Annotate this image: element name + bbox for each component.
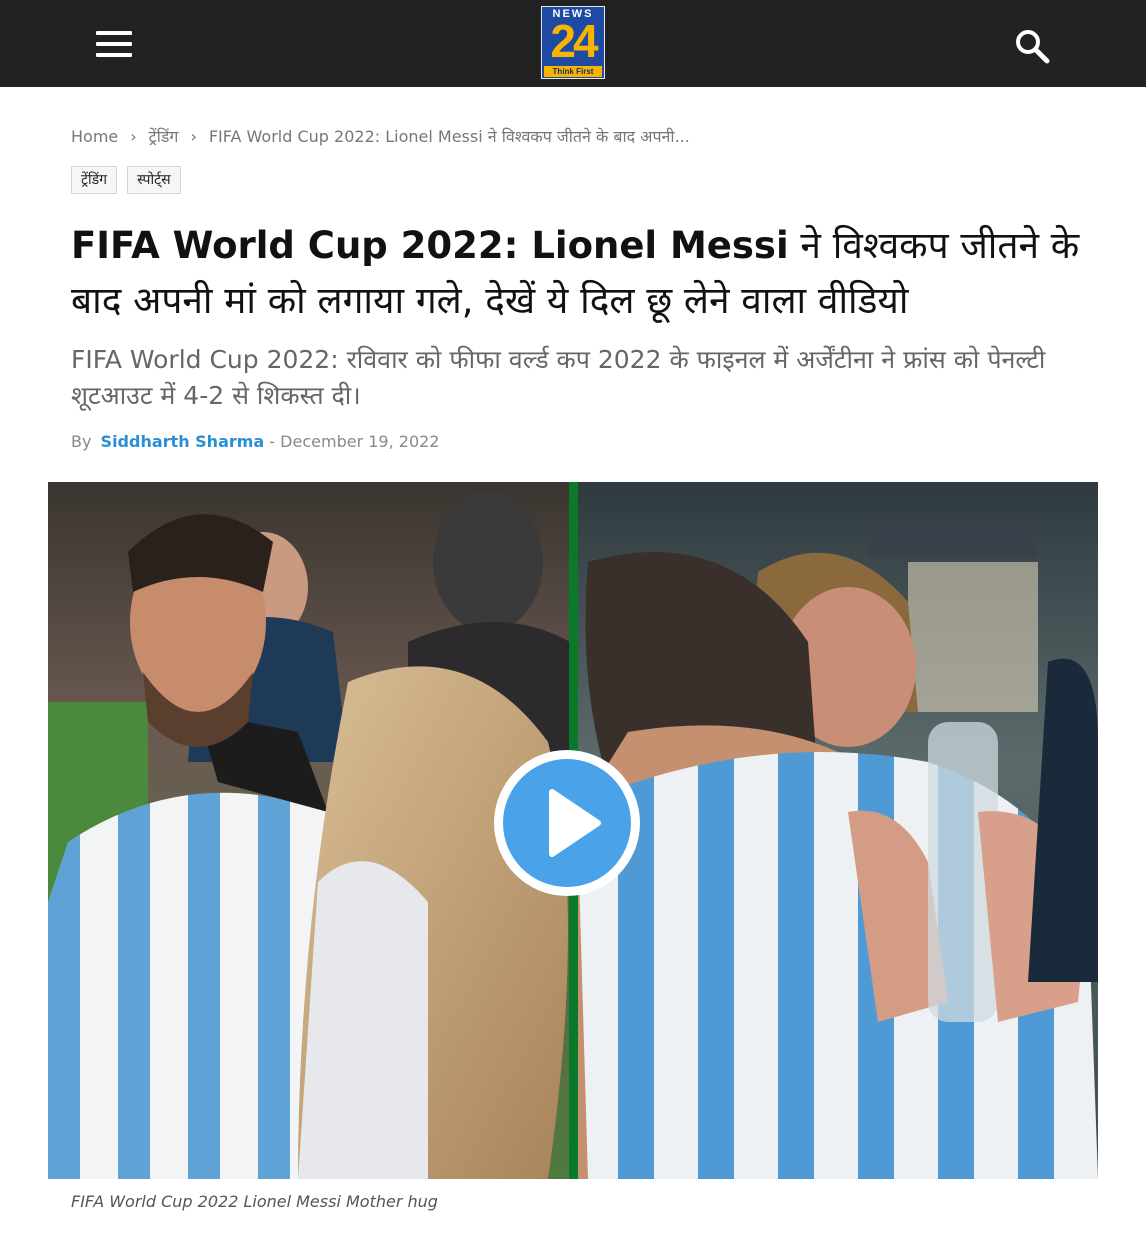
breadcrumb: Home › ट्रेंडिंग › FIFA World Cup 2022: … [71, 124, 690, 148]
article-headline: FIFA World Cup 2022: Lionel Messi ने विश… [71, 218, 1081, 328]
author-link[interactable]: Siddharth Sharma [101, 432, 265, 451]
news24-logo[interactable]: NEWS 24 Think First [541, 6, 605, 79]
tag-trending[interactable]: ट्रेंडिंग [71, 166, 118, 194]
play-button[interactable] [494, 750, 640, 896]
media-caption: FIFA World Cup 2022 Lionel Messi Mother … [71, 1192, 438, 1211]
top-navbar: NEWS 24 Think First [0, 0, 1146, 87]
by-label: By [71, 432, 92, 451]
logo-tagline: Think First [544, 66, 602, 77]
hamburger-menu-icon[interactable] [96, 29, 134, 59]
breadcrumb-home-link[interactable]: Home [71, 127, 118, 146]
logo-number: 24 [550, 15, 598, 67]
publish-date: December 19, 2022 [280, 432, 440, 451]
tag-sports[interactable]: स्पोर्ट्स [127, 166, 181, 194]
article-subheadline: FIFA World Cup 2022: रविवार को फीफा वर्ल… [71, 345, 1046, 410]
byline: By Siddharth Sharma - December 19, 2022 [71, 432, 439, 451]
chevron-right-icon: › [190, 126, 197, 146]
date-separator: - [264, 432, 281, 451]
play-icon [494, 750, 640, 896]
headline-bold-part: FIFA World Cup 2022: Lionel Messi [71, 224, 789, 267]
breadcrumb-category-link[interactable]: ट्रेंडिंग [149, 125, 179, 147]
breadcrumb-current: FIFA World Cup 2022: Lionel Messi ने विश… [208, 127, 690, 146]
category-tags: ट्रेंडिंग स्पोर्ट्स [71, 166, 181, 194]
chevron-right-icon: › [130, 126, 137, 146]
search-icon[interactable] [1014, 28, 1050, 64]
